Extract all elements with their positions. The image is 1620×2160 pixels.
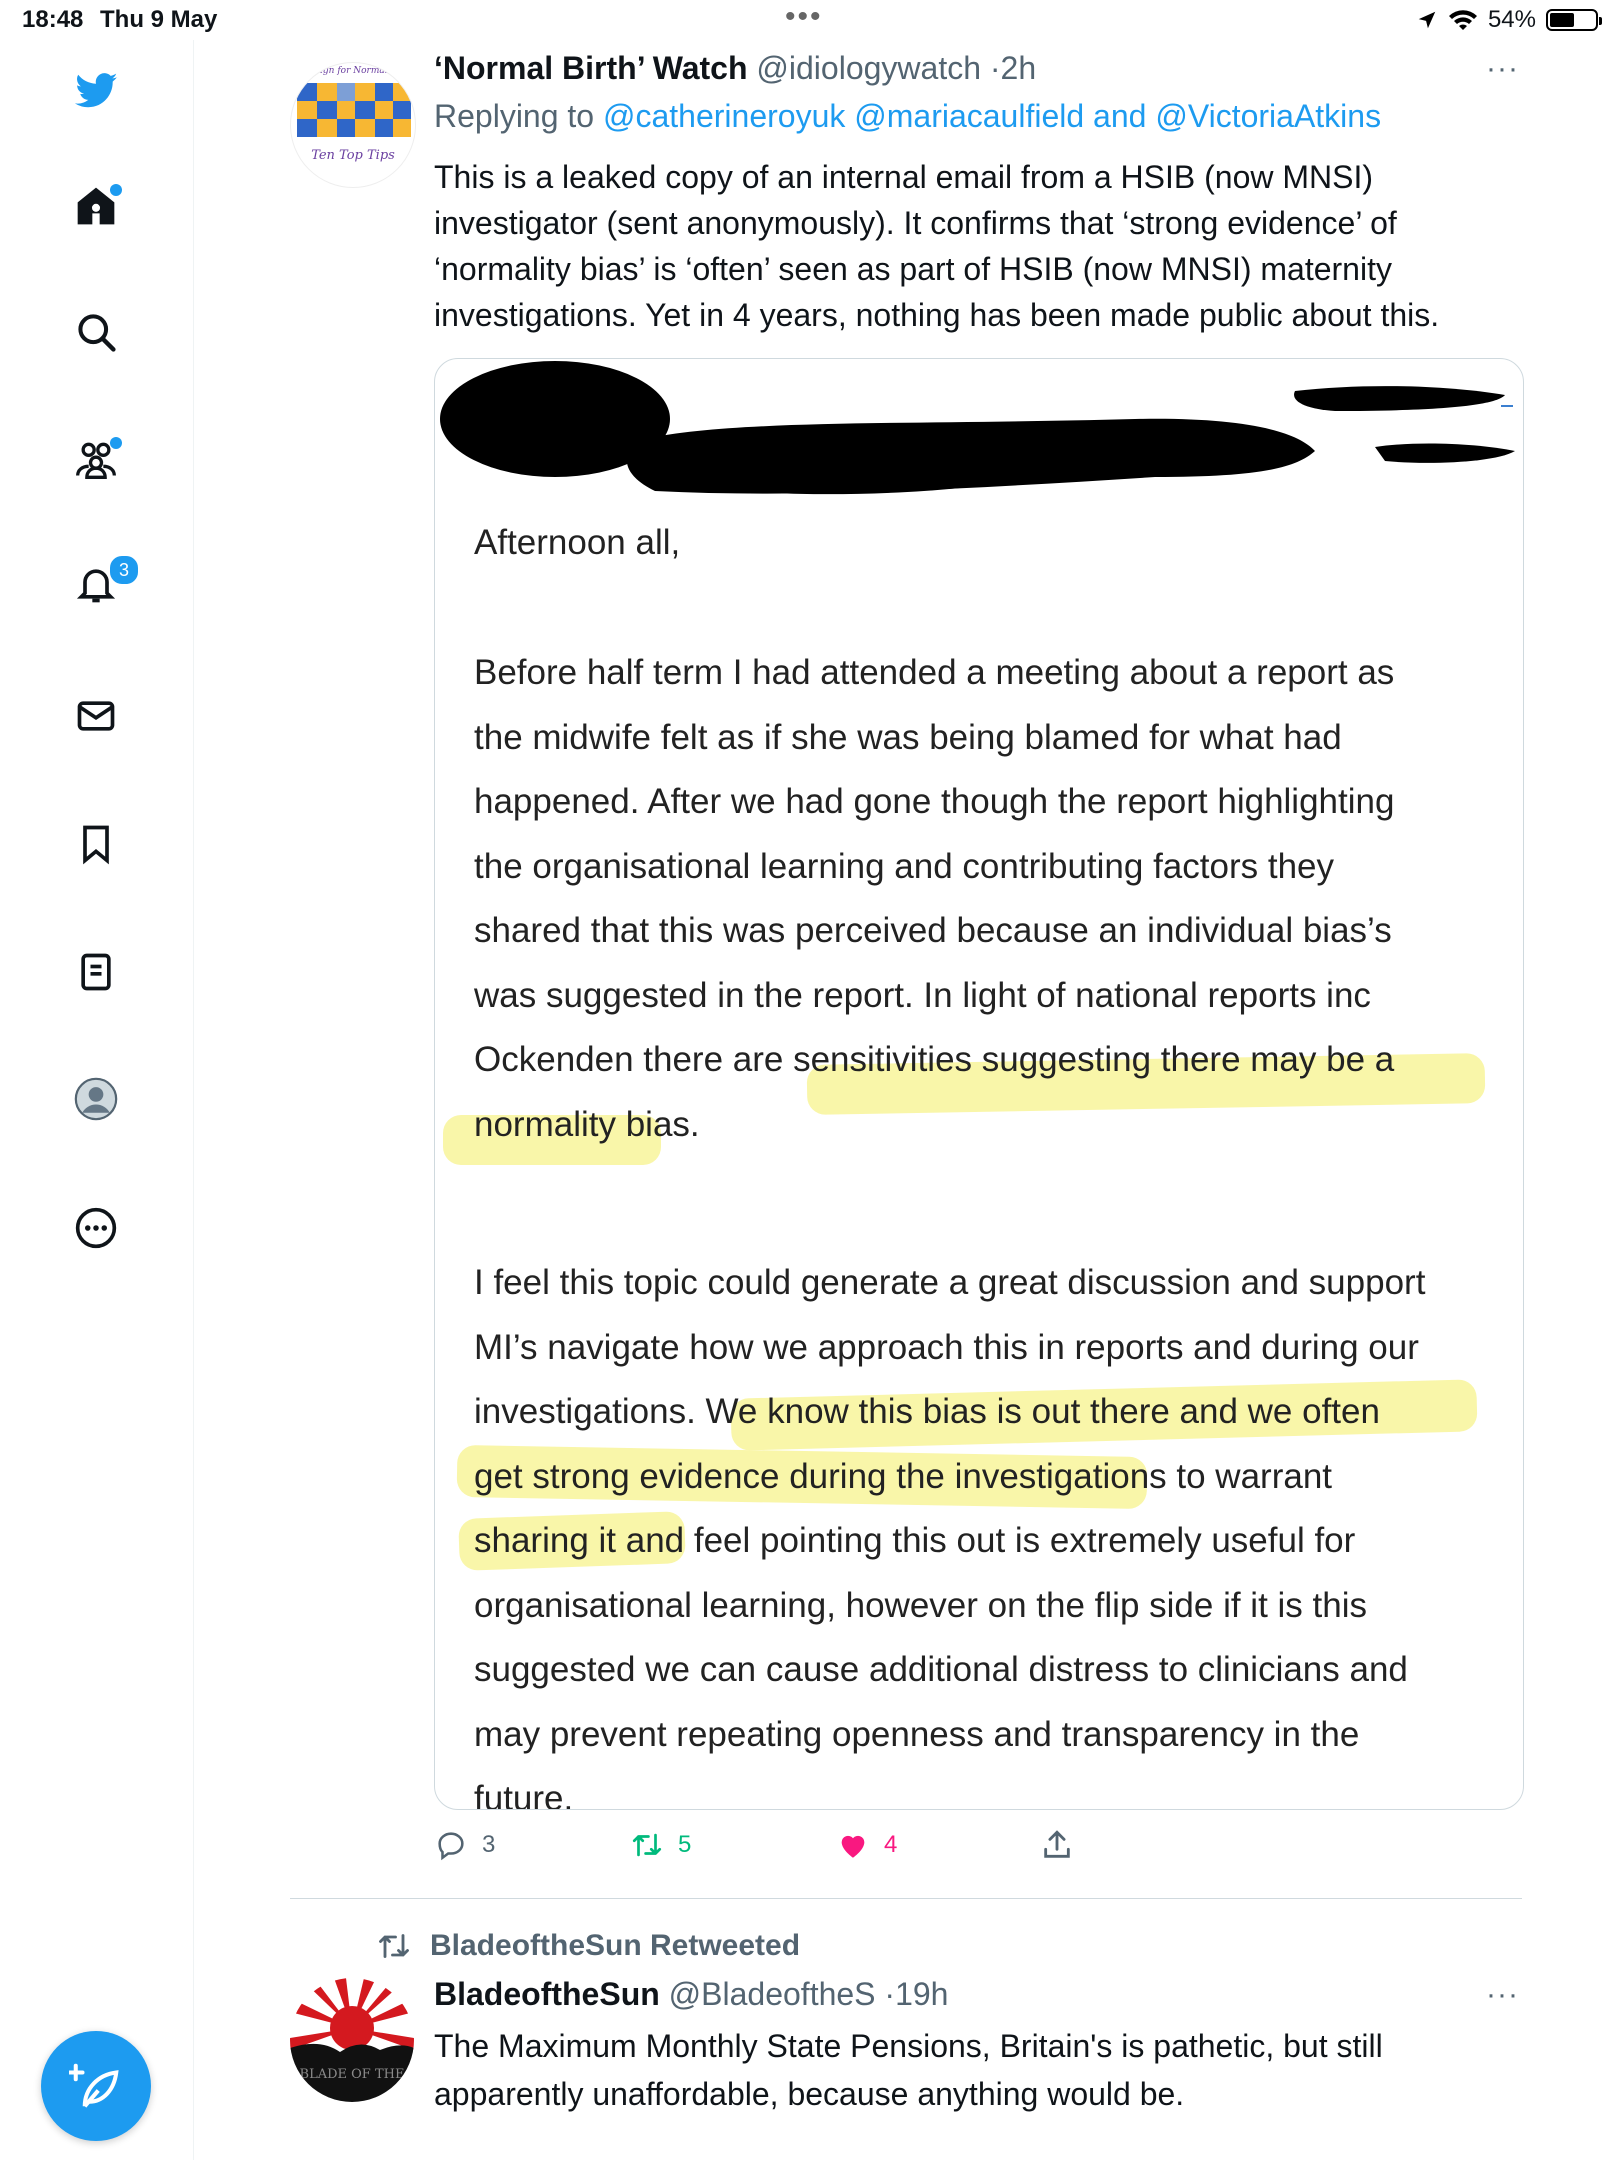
tweet-author-avatar[interactable]: BLADE OF THE bbox=[290, 1978, 414, 2102]
svg-text:Ten Top Tips: Ten Top Tips bbox=[311, 148, 395, 163]
email-line: sharing it and feel pointing this out is… bbox=[474, 1521, 1356, 1560]
email-line: future. bbox=[474, 1779, 574, 1810]
tweet-text-line: ‘normality bias’ is ‘often’ seen as part… bbox=[434, 251, 1392, 287]
email-line: organisational learning, however on the … bbox=[474, 1585, 1367, 1625]
tweet-more-menu-icon[interactable]: ··· bbox=[1486, 1978, 1519, 2012]
tweet-text-line: investigations. Yet in 4 years, nothing … bbox=[434, 297, 1440, 333]
compose-tweet-button[interactable] bbox=[41, 2031, 151, 2141]
battery-icon bbox=[1546, 9, 1602, 31]
tweet-more-menu-icon[interactable]: ··· bbox=[1486, 52, 1519, 86]
meta-separator: · bbox=[989, 50, 1001, 86]
tweet-attached-image[interactable]: Afternoon all, Before half term I had at… bbox=[434, 358, 1524, 1810]
mention-victoriaatkins[interactable]: @VictoriaAtkins bbox=[1155, 98, 1381, 134]
email-line: Ockenden there are sensitivities suggest… bbox=[474, 1040, 1395, 1079]
email-line: MI’s navigate how we approach this in re… bbox=[474, 1327, 1419, 1367]
avatar-rising-sun-image: BLADE OF THE bbox=[290, 1978, 414, 2102]
retweet-button[interactable]: 5 bbox=[630, 1828, 691, 1862]
share-upload-icon bbox=[1044, 1830, 1070, 1858]
retweet-count: 5 bbox=[678, 1831, 692, 1858]
heart-filled-icon bbox=[841, 1835, 865, 1858]
meta-separator: · bbox=[884, 1976, 896, 2012]
svg-text:BLADE OF THE: BLADE OF THE bbox=[300, 2067, 405, 2082]
sidebar-nav: 3 bbox=[0, 40, 194, 2160]
email-line: get strong evidence during the investiga… bbox=[474, 1456, 1333, 1496]
email-line: investigations. We know this bias is out… bbox=[474, 1392, 1380, 1431]
mention-mariacaulfield[interactable]: @mariacaulfield bbox=[854, 98, 1084, 134]
lists-icon[interactable] bbox=[72, 948, 120, 996]
notifications-count-badge: 3 bbox=[108, 554, 140, 586]
status-date: Thu 9 May bbox=[100, 6, 218, 33]
retweet-icon bbox=[379, 1934, 409, 1958]
email-line: Before half term I had attended a meetin… bbox=[474, 653, 1395, 692]
email-line: normality bias. bbox=[474, 1104, 700, 1144]
status-bar: 18:48 Thu 9 May ••• 54% bbox=[0, 0, 1620, 40]
status-indicators: 54% bbox=[1416, 6, 1602, 34]
tweet-author-avatar[interactable]: paign for Normal B Ten Top Tips bbox=[290, 62, 416, 188]
home-icon[interactable] bbox=[72, 182, 122, 230]
tweet-header: ‘Normal Birth’ Watch @idiologywatch ·2h bbox=[434, 50, 1036, 87]
like-button[interactable]: 4 bbox=[836, 1828, 897, 1862]
email-line: the organisational learning and contribu… bbox=[474, 846, 1334, 886]
communities-unread-dot bbox=[110, 437, 122, 449]
more-options-circle-icon[interactable] bbox=[72, 1204, 120, 1252]
retweeted-by-line: BladeoftheSun Retweeted bbox=[376, 1928, 800, 1964]
email-line: I feel this topic could generate a great… bbox=[474, 1263, 1426, 1302]
reply-count: 3 bbox=[482, 1831, 496, 1858]
email-line: happened. After we had gone though the r… bbox=[474, 782, 1395, 821]
profile-avatar-icon[interactable] bbox=[72, 1075, 120, 1123]
author-display-name[interactable]: ‘Normal Birth’ Watch bbox=[434, 50, 748, 86]
replying-to-line: Replying to @catherineroyuk @mariacaulfi… bbox=[434, 98, 1381, 135]
email-line: may prevent repeating openness and trans… bbox=[474, 1714, 1360, 1754]
email-paragraph-1: Before half term I had attended a meetin… bbox=[474, 641, 1514, 1157]
status-time: 18:48 bbox=[22, 6, 84, 33]
tweet-timestamp[interactable]: 2h bbox=[1001, 50, 1037, 86]
tweet-text-line: The Maximum Monthly State Pensions, Brit… bbox=[434, 2028, 1383, 2064]
email-line: suggested we can cause additional distre… bbox=[474, 1650, 1408, 1689]
author-handle[interactable]: @idiologywatch bbox=[756, 50, 981, 86]
battery-percent: 54% bbox=[1487, 6, 1536, 33]
tweet-timestamp[interactable]: 19h bbox=[895, 1976, 948, 2012]
retweeted-by-label[interactable]: BladeoftheSun Retweeted bbox=[430, 1929, 800, 1963]
location-arrow-icon bbox=[1418, 11, 1436, 29]
wifi-icon bbox=[1448, 10, 1477, 30]
replying-and[interactable]: and bbox=[1093, 98, 1146, 134]
retweet-icon bbox=[632, 1833, 662, 1857]
mention-catherineroyuk[interactable]: @catherineroyuk bbox=[603, 98, 845, 134]
reply-bubble-icon bbox=[438, 1832, 464, 1861]
multitasking-dots-icon[interactable]: ••• bbox=[785, 0, 823, 34]
svg-text:paign for Normal B: paign for Normal B bbox=[309, 66, 398, 76]
email-line: the midwife felt as if she was being bla… bbox=[474, 717, 1342, 757]
messages-envelope-icon[interactable] bbox=[72, 692, 120, 740]
home-unread-dot bbox=[110, 184, 122, 196]
tweet-divider bbox=[290, 1898, 1522, 1899]
tweet-action-bar: 3 5 4 bbox=[434, 1828, 1434, 1872]
compose-feather-icon bbox=[69, 2063, 119, 2108]
tweet-text-line: apparently unaffordable, because anythin… bbox=[434, 2076, 1185, 2112]
bookmarks-icon[interactable] bbox=[72, 820, 120, 868]
author-handle[interactable]: @BladeoftheS bbox=[669, 1976, 876, 2012]
author-display-name[interactable]: BladeoftheSun bbox=[434, 1976, 660, 2012]
tweet-body-text: This is a leaked copy of an internal ema… bbox=[434, 154, 1534, 338]
notifications-bell-icon[interactable]: 3 bbox=[72, 554, 140, 608]
email-line: was suggested in the report. In light of… bbox=[474, 975, 1371, 1015]
tweet-body-text: The Maximum Monthly State Pensions, Brit… bbox=[434, 2022, 1534, 2118]
tweet-text-line: This is a leaked copy of an internal ema… bbox=[434, 159, 1374, 195]
tweet-text-line: investigator (sent anonymously). It conf… bbox=[434, 205, 1397, 241]
like-count: 4 bbox=[884, 1831, 898, 1858]
share-button[interactable] bbox=[1040, 1828, 1074, 1862]
reply-button[interactable]: 3 bbox=[434, 1828, 495, 1862]
email-line: shared that this was perceived because a… bbox=[474, 911, 1392, 950]
replying-to-label: Replying to bbox=[434, 98, 595, 134]
avatar-logo-image: paign for Normal B Ten Top Tips bbox=[297, 66, 411, 163]
email-greeting: Afternoon all, bbox=[474, 523, 681, 562]
twitter-logo-icon[interactable] bbox=[72, 66, 120, 114]
email-paragraph-2: I feel this topic could generate a great… bbox=[474, 1251, 1514, 1810]
search-icon[interactable] bbox=[72, 308, 120, 356]
communities-icon[interactable] bbox=[72, 435, 122, 483]
tweet-header: BladeoftheSun @BladeoftheS ·19h bbox=[434, 1976, 948, 2013]
